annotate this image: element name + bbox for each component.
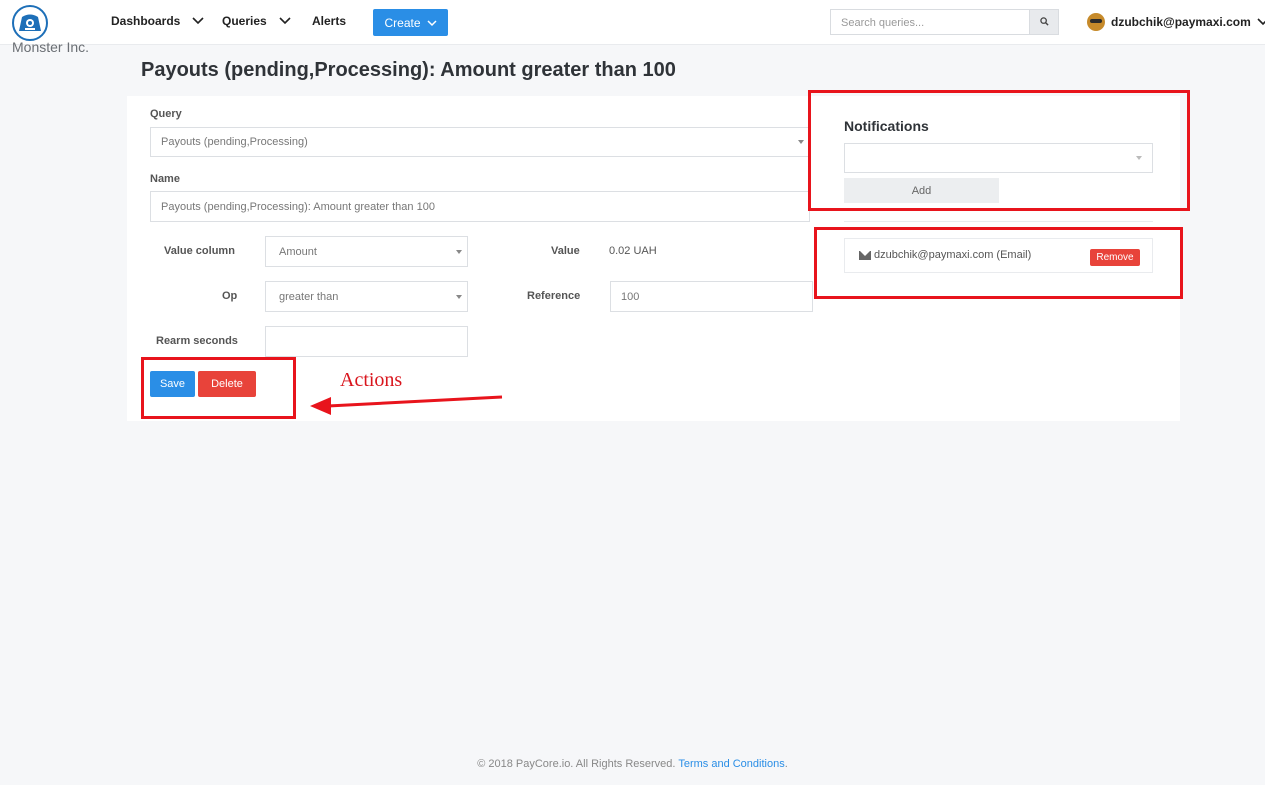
caret-down-icon (798, 140, 804, 144)
chevron-down-icon (279, 14, 291, 28)
nav-alerts-label: Alerts (312, 14, 347, 28)
chevron-down-icon (1257, 15, 1265, 29)
nav-dashboards[interactable]: Dashboards (111, 14, 204, 28)
op-select[interactable]: greater than (265, 281, 468, 312)
page-title: Payouts (pending,Processing): Amount gre… (141, 59, 676, 81)
query-label: Query (150, 108, 182, 120)
value-column-select[interactable]: Amount (265, 236, 468, 267)
name-label: Name (150, 173, 180, 185)
user-menu[interactable]: dzubchik@paymaxi.com (1087, 13, 1265, 31)
chevron-down-icon (426, 16, 437, 30)
value-column-select-value: Amount (279, 245, 317, 258)
create-button[interactable]: Create (373, 9, 448, 36)
nav-dashboards-label: Dashboards (111, 14, 181, 28)
nav-queries-label: Queries (222, 14, 267, 28)
caret-down-icon (456, 249, 462, 254)
op-label: Op (222, 290, 238, 302)
terms-link[interactable]: Terms and Conditions (678, 758, 784, 770)
annotation-box-actions (141, 357, 296, 419)
avatar (1087, 13, 1105, 31)
query-select[interactable]: Payouts (pending,Processing) (150, 127, 810, 157)
annotation-arrow-icon (300, 388, 510, 423)
top-navbar: Dashboards Queries Alerts Create Search … (0, 0, 1265, 45)
reference-input[interactable]: 100 (610, 281, 813, 312)
chevron-down-icon (192, 14, 204, 28)
annotation-box-subscriber (814, 227, 1183, 299)
footer-copyright: © 2018 PayCore.io. All Rights Reserved. (477, 758, 676, 770)
rearm-seconds-label: Rearm seconds (156, 335, 238, 347)
create-button-label: Create (384, 15, 421, 30)
name-input[interactable]: Payouts (pending,Processing): Amount gre… (150, 191, 810, 222)
caret-down-icon (456, 294, 462, 299)
value-display: 0.02 UAH (609, 245, 657, 257)
footer: © 2018 PayCore.io. All Rights Reserved. … (0, 758, 1265, 770)
value-label: Value (551, 245, 580, 257)
rearm-seconds-input[interactable] (265, 326, 468, 357)
org-name: Monster Inc. (12, 39, 90, 55)
monster-inc-logo[interactable] (12, 5, 48, 41)
annotation-box-notifications (808, 90, 1190, 211)
divider (844, 221, 1153, 222)
search-icon (1039, 13, 1049, 31)
op-select-value: greater than (279, 290, 339, 303)
value-column-label: Value column (164, 245, 235, 257)
nav-queries[interactable]: Queries (222, 14, 291, 28)
reference-label: Reference (527, 290, 581, 302)
search-input[interactable]: Search queries... (830, 9, 1030, 35)
footer-suffix: . (784, 758, 788, 770)
user-email: dzubchik@paymaxi.com (1111, 15, 1251, 29)
search-button[interactable] (1029, 9, 1059, 35)
nav-alerts[interactable]: Alerts (312, 14, 346, 28)
query-select-value: Payouts (pending,Processing) (161, 136, 308, 148)
